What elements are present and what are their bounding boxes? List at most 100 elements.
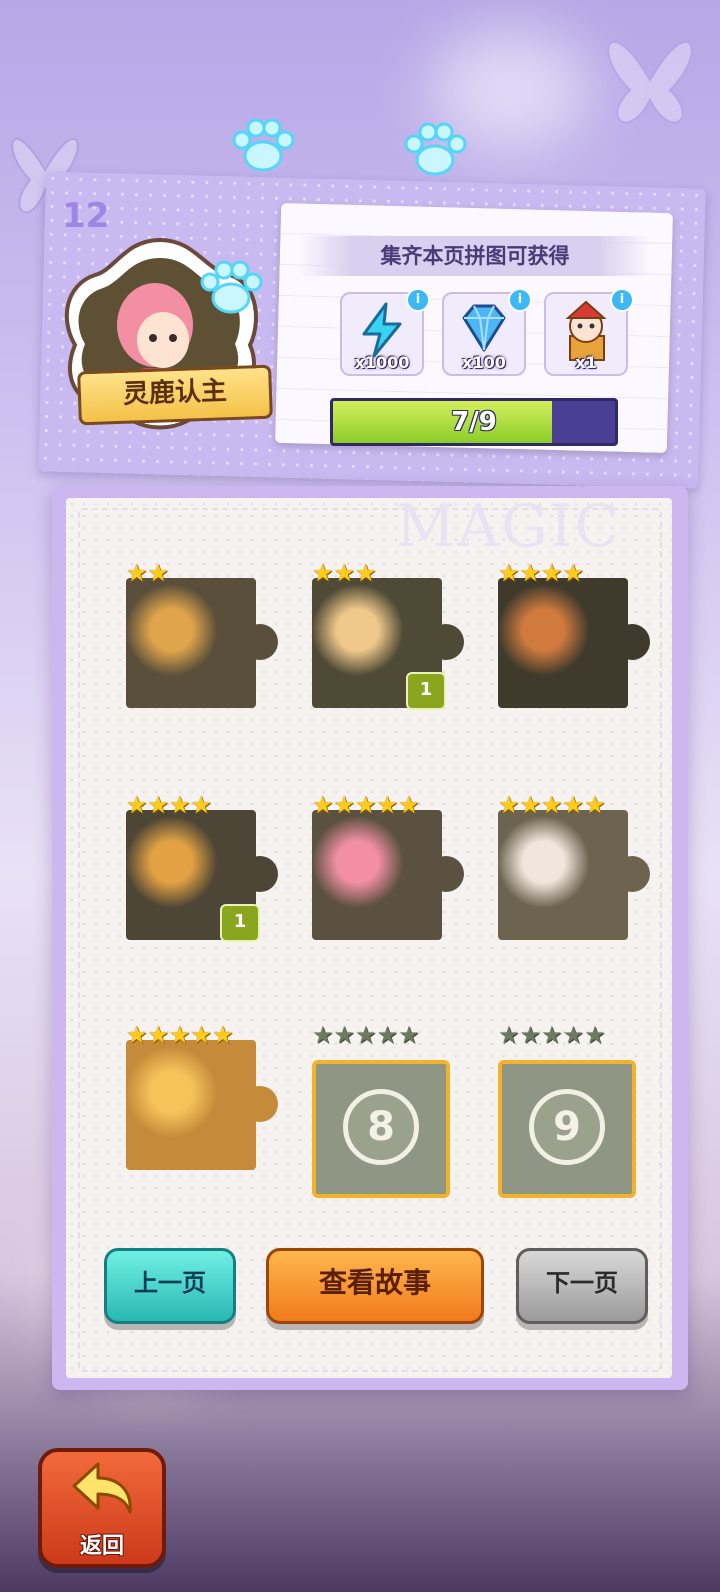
puzzle-piece-art — [126, 578, 256, 708]
puzzle-knob — [428, 624, 464, 660]
puzzle-piece-art — [498, 810, 628, 940]
star-icon: ★ — [562, 559, 585, 587]
paw-clip-icon — [200, 260, 263, 314]
star-icon: ★ — [312, 559, 334, 587]
reward-diamond[interactable]: x100 i — [442, 288, 532, 376]
puzzle-knob — [614, 856, 650, 892]
puzzle-piece-2[interactable]: 1 ★ ★ ★ — [312, 560, 464, 710]
locked-piece-number: 9 — [529, 1089, 605, 1165]
star-icon: ★ — [312, 791, 334, 819]
energy-bolt-icon — [362, 302, 402, 358]
puzzle-piece-8[interactable]: 8 ★ ★ ★ ★ ★ — [312, 1022, 450, 1198]
diamond-icon — [462, 304, 506, 352]
star-icon: ★ — [376, 791, 399, 819]
star-icon: ★ — [398, 1021, 420, 1049]
puzzle-piece-5[interactable]: ★ ★ ★ ★ ★ — [312, 792, 464, 940]
next-page-button[interactable]: 下一页 — [516, 1248, 648, 1324]
star-icon: ★ — [498, 559, 520, 587]
puzzle-knob — [242, 856, 278, 892]
star-icon: ★ — [519, 1021, 542, 1049]
reward-title: 集齐本页拼图可获得 — [300, 236, 650, 276]
back-label: 返回 — [79, 1534, 124, 1559]
locked-piece: 9 — [498, 1060, 636, 1198]
board-watermark: MAGIC — [396, 492, 621, 560]
puzzle-piece-art — [498, 578, 628, 708]
info-icon[interactable]: i — [610, 288, 634, 312]
info-icon[interactable]: i — [406, 288, 430, 312]
star-rating: ★ ★ ★ ★ ★ — [498, 1022, 606, 1048]
duplicate-count-badge: 1 — [220, 904, 260, 942]
prev-page-button[interactable]: 上一页 — [104, 1248, 236, 1324]
star-rating: ★ ★ ★ ★ ★ — [498, 792, 606, 818]
reward-quantity: x100 — [462, 353, 506, 372]
puzzle-piece-9[interactable]: 9 ★ ★ ★ ★ ★ — [498, 1022, 636, 1198]
star-icon: ★ — [584, 791, 606, 819]
star-rating: ★ ★ ★ ★ ★ — [126, 1022, 234, 1048]
star-rating: ★ ★ — [126, 560, 169, 586]
puzzle-knob — [242, 1086, 278, 1122]
star-icon: ★ — [190, 1021, 213, 1049]
reward-quantity: x1 — [575, 353, 597, 372]
star-icon: ★ — [519, 559, 542, 587]
locked-piece-number: 8 — [343, 1089, 419, 1165]
star-icon: ★ — [355, 791, 377, 819]
puzzle-knob — [242, 624, 278, 660]
star-icon: ★ — [212, 1021, 234, 1049]
star-icon: ★ — [584, 1021, 606, 1049]
star-icon: ★ — [312, 1021, 334, 1049]
info-icon[interactable]: i — [508, 288, 532, 312]
star-icon: ★ — [333, 1021, 356, 1049]
puzzle-piece-art — [126, 1040, 256, 1170]
star-rating: ★ ★ ★ ★ — [498, 560, 584, 586]
progress-text: 7/9 — [451, 407, 497, 437]
star-icon: ★ — [562, 791, 585, 819]
star-icon: ★ — [498, 1021, 520, 1049]
star-icon: ★ — [169, 1021, 191, 1049]
star-icon: ★ — [169, 791, 191, 819]
star-icon: ★ — [333, 791, 356, 819]
star-icon: ★ — [541, 1021, 563, 1049]
view-story-button[interactable]: 查看故事 — [266, 1248, 484, 1324]
star-icon: ★ — [126, 791, 148, 819]
reward-energy[interactable]: x1000 i — [340, 288, 430, 376]
star-icon: ★ — [398, 791, 420, 819]
butterfly-icon — [607, 40, 693, 124]
star-icon: ★ — [355, 559, 377, 587]
reward-jester[interactable]: x1 i — [544, 288, 634, 376]
puzzle-piece-4[interactable]: 1 ★ ★ ★ ★ — [126, 792, 278, 942]
puzzle-piece-art — [312, 810, 442, 940]
star-icon: ★ — [333, 559, 356, 587]
locked-piece: 8 — [312, 1060, 450, 1198]
puzzle-knob — [428, 856, 464, 892]
star-icon: ★ — [562, 1021, 585, 1049]
puzzle-piece-3[interactable]: ★ ★ ★ ★ — [498, 560, 650, 708]
star-icon: ★ — [541, 791, 563, 819]
star-rating: ★ ★ ★ ★ ★ — [312, 1022, 420, 1048]
star-rating: ★ ★ ★ — [312, 560, 377, 586]
star-rating: ★ ★ ★ ★ — [126, 792, 212, 818]
star-icon: ★ — [376, 1021, 399, 1049]
star-icon: ★ — [190, 791, 213, 819]
puzzle-piece-7[interactable]: ★ ★ ★ ★ ★ — [126, 1022, 278, 1170]
puzzle-piece-1[interactable]: ★ ★ — [126, 560, 278, 708]
star-icon: ★ — [126, 1021, 148, 1049]
star-icon: ★ — [541, 559, 563, 587]
star-icon: ★ — [519, 791, 542, 819]
collection-progress-bar: 7/9 — [330, 398, 618, 446]
reward-quantity: x1000 — [354, 353, 410, 372]
paw-clip-icon — [404, 122, 467, 176]
star-icon: ★ — [355, 1021, 377, 1049]
star-rating: ★ ★ ★ ★ ★ — [312, 792, 420, 818]
paw-clip-icon — [232, 118, 295, 172]
star-icon: ★ — [126, 559, 148, 587]
badge-title: 灵鹿认主 — [77, 364, 273, 426]
puzzle-piece-6[interactable]: ★ ★ ★ ★ ★ — [498, 792, 650, 940]
star-icon: ★ — [147, 559, 170, 587]
back-button[interactable]: 返回 — [38, 1448, 166, 1568]
star-icon: ★ — [498, 791, 520, 819]
puzzle-knob — [614, 624, 650, 660]
star-icon: ★ — [147, 1021, 170, 1049]
duplicate-count-badge: 1 — [406, 672, 446, 710]
star-icon: ★ — [147, 791, 170, 819]
back-arrow-icon — [72, 1462, 132, 1514]
